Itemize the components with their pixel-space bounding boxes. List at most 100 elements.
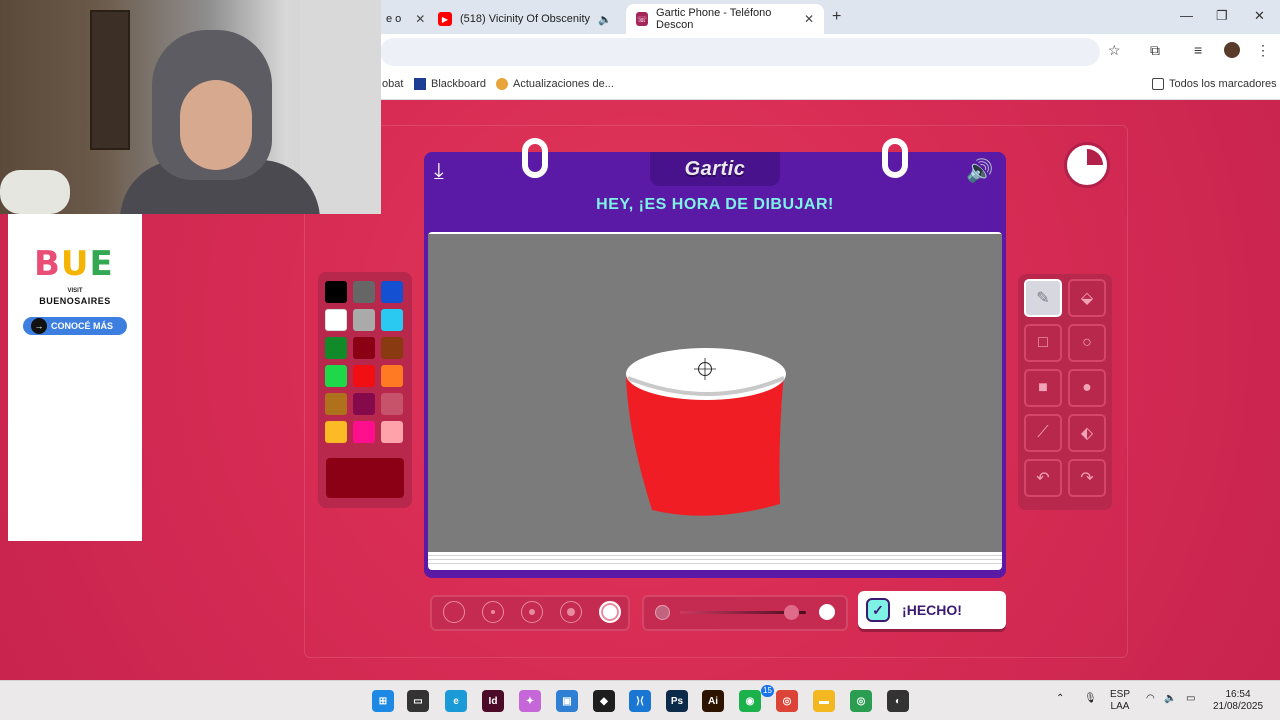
fill-bucket-tool-icon[interactable]: ⬖ [1068,414,1106,452]
color-swatch[interactable] [353,337,375,359]
line-tool-icon[interactable]: ⟋ [1024,414,1062,452]
filled-ellipse-tool-icon[interactable]: ● [1068,369,1106,407]
tab-youtube[interactable]: ▶ (518) Vicinity Of Obscenity 🔈 ✕ [428,4,646,34]
extensions-icon[interactable]: ⧉ [1150,42,1160,59]
opacity-max-icon [819,604,835,620]
windows-start-icon[interactable]: ⊞ [372,690,394,712]
color-swatch[interactable] [381,365,403,387]
bookmark-updates[interactable]: Actualizaciones de... [496,78,614,90]
brush-size-option[interactable] [599,601,621,623]
bookmark-blackboard[interactable]: Blackboard [414,78,486,90]
arrow-right-icon: → [30,318,47,334]
menu-icon[interactable]: ⋮ [1256,42,1270,59]
edge-icon[interactable]: e [445,690,467,712]
tab-title: (518) Vicinity Of Obscenity [460,13,591,25]
volume-icon[interactable]: 🔈 [1164,693,1176,705]
close-tab-icon[interactable]: ✕ [415,12,425,26]
color-swatch[interactable] [381,309,403,331]
ad-visit-text: VISIT [67,288,83,294]
indesign-icon[interactable]: Id [482,690,504,712]
microphone-icon[interactable]: 🎙 [1084,693,1097,705]
illustrator-icon[interactable]: Ai [702,690,724,712]
color-swatch[interactable] [381,281,403,303]
current-color-preview[interactable] [326,458,404,498]
drawing-canvas[interactable] [428,234,1002,552]
whatsapp-badge: 15 [761,685,774,697]
brush-size-option[interactable] [560,601,582,623]
close-window-button[interactable]: ✕ [1254,8,1265,24]
media-icon[interactable]: ≡ [1194,42,1202,58]
battery-icon[interactable]: ▭ [1186,693,1195,705]
color-swatch[interactable] [381,393,403,415]
chevron-up-icon[interactable]: ⌃ [1056,693,1064,705]
vscode-icon[interactable]: ⟩⟨ [629,690,651,712]
check-icon: ✓ [866,598,890,622]
all-bookmarks[interactable]: Todos los marcadores [1152,78,1277,90]
filled-rectangle-tool-icon[interactable]: ■ [1024,369,1062,407]
ad-cta-button[interactable]: → CONOCÉ MÁS [23,317,127,335]
color-swatch[interactable] [353,393,375,415]
done-label: ¡HECHO! [902,602,962,618]
chrome-icon[interactable]: ◎ [776,690,798,712]
color-swatch[interactable] [325,393,347,415]
color-swatch[interactable] [325,337,347,359]
binder-ring-left [522,138,548,178]
new-tab-button[interactable]: + [832,8,841,26]
color-swatch[interactable] [353,421,375,443]
timer-clock-icon [1064,142,1110,188]
file-manager-icon[interactable]: ▭ [407,690,429,712]
star-icon[interactable]: ☆ [1108,42,1121,59]
color-swatch[interactable] [325,281,347,303]
undo-tool-icon[interactable]: ↶ [1024,459,1062,497]
done-button[interactable]: ✓ ¡HECHO! [858,591,1006,629]
address-bar[interactable] [380,38,1100,66]
download-icon[interactable]: ⤓ [434,158,444,184]
color-swatch[interactable] [353,365,375,387]
language-indicator[interactable]: ESP LAA [1110,689,1130,713]
folder-icon [1152,78,1164,90]
tab-partial[interactable]: e o ✕ [376,4,435,34]
close-tab-icon[interactable]: ✕ [804,12,814,26]
tab-title: Gartic Phone - Teléfono Descon [656,7,772,31]
drawing [626,348,786,516]
brush-size-option[interactable] [521,601,543,623]
app-misc-icon[interactable]: ◐ [887,690,909,712]
paper-lines [428,552,1002,566]
chrome-2-icon[interactable]: ◎ [850,690,872,712]
redo-tool-icon[interactable]: ↷ [1068,459,1106,497]
eraser-tool-icon[interactable]: ⬙ [1068,279,1106,317]
color-swatch[interactable] [353,281,375,303]
gartic-logo: Gartic [650,152,780,186]
draw-prompt-heading: HEY, ¡ES HORA DE DIBUJAR! [596,196,834,213]
color-swatch[interactable] [325,421,347,443]
ellipse-tool-icon[interactable]: ○ [1068,324,1106,362]
color-swatch[interactable] [381,421,403,443]
color-swatch[interactable] [325,309,347,331]
copilot-icon[interactable]: ✦ [519,690,541,712]
color-swatch[interactable] [381,337,403,359]
tab-gartic[interactable]: ☏ Gartic Phone - Teléfono Descon ✕ [626,4,824,34]
pencil-tool-icon[interactable]: ✎ [1024,279,1062,317]
sound-icon[interactable]: 🔊 [966,158,993,184]
opacity-handle[interactable] [783,605,799,620]
whatsapp-icon[interactable]: ◉ [739,690,761,712]
youtube-icon: ▶ [438,12,452,26]
speaker-icon[interactable]: 🔈 [598,13,612,26]
maximize-button[interactable]: ❐ [1216,8,1228,24]
figma-icon[interactable]: ◆ [593,690,615,712]
brush-size-option[interactable] [482,601,504,623]
blackboard-icon [414,78,426,90]
rectangle-tool-icon[interactable]: □ [1024,324,1062,362]
bookmark-item[interactable]: obat [382,78,403,90]
minimize-button[interactable]: — [1180,8,1193,23]
webcam-overlay [0,0,381,214]
wifi-icon[interactable]: ◠ [1146,693,1155,705]
brush-size-option[interactable] [443,601,465,623]
photos-icon[interactable]: ▣ [556,690,578,712]
profile-avatar[interactable] [1224,42,1240,61]
folder-icon[interactable]: ▬ [813,690,835,712]
color-swatch[interactable] [325,365,347,387]
color-swatch[interactable] [353,309,375,331]
clock[interactable]: 16:54 21/08/2025 [1210,689,1266,713]
photoshop-icon[interactable]: Ps [666,690,688,712]
